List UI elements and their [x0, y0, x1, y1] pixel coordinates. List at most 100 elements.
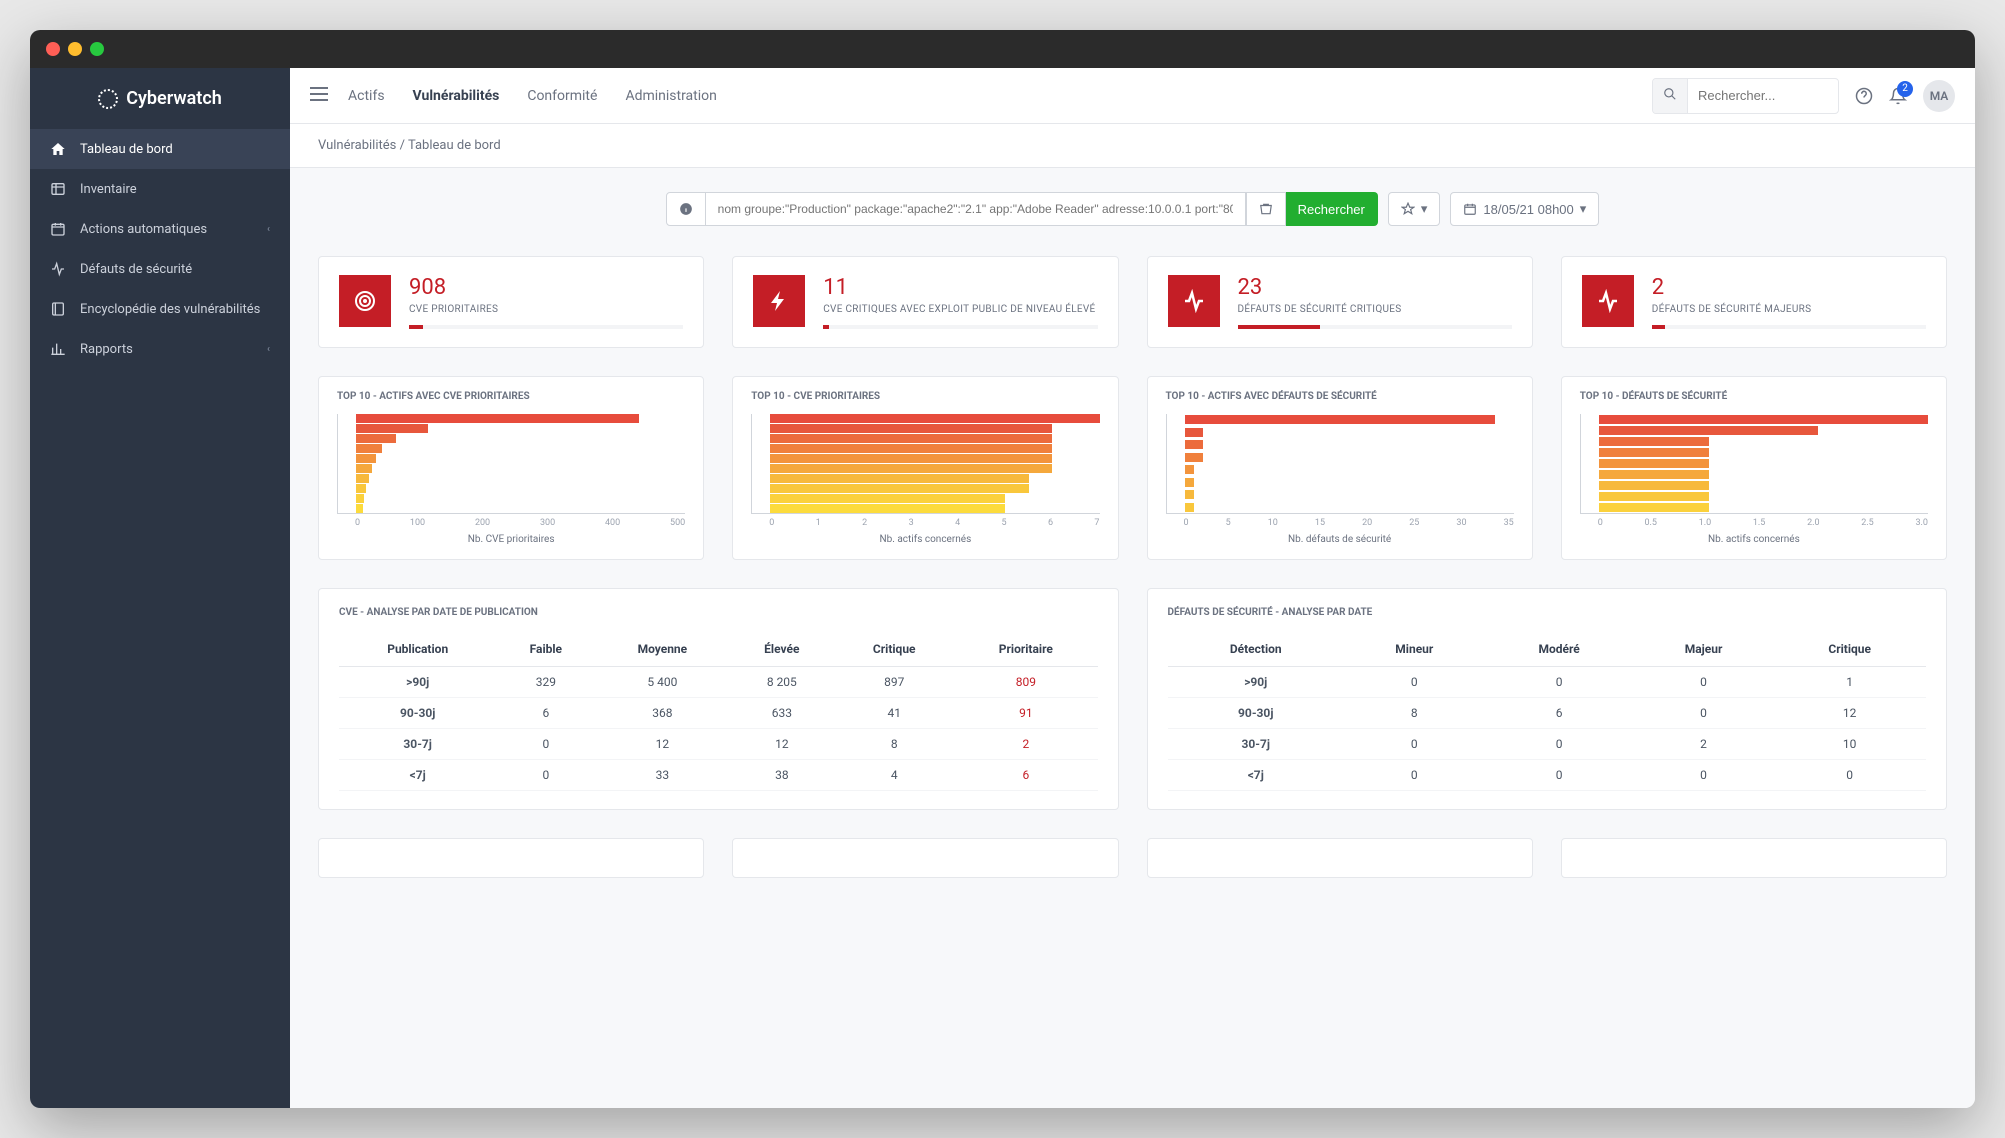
stat-value: 2	[1652, 275, 1926, 300]
stat-label: CVE PRIORITAIRES	[409, 304, 683, 315]
chart-bar	[356, 424, 428, 433]
chart-bar	[356, 414, 639, 423]
date-filter-button[interactable]: 18/05/21 08h00 ▾	[1450, 192, 1599, 226]
table-cell: 0	[496, 760, 595, 791]
table-cell: 0	[1634, 667, 1774, 698]
table-cell: 41	[834, 698, 954, 729]
chart-card-3: TOP 10 - DÉFAUTS DE SÉCURITÉ 00.51.01.52…	[1561, 376, 1947, 560]
filter-row: Rechercher ▾ 18/05/21 08h00 ▾	[318, 192, 1947, 226]
chart-card-1: TOP 10 - CVE PRIORITAIRES 01234567 Nb. a…	[732, 376, 1118, 560]
stat-card-0[interactable]: 908 CVE PRIORITAIRES	[318, 256, 704, 348]
window-maximize-icon[interactable]	[90, 42, 104, 56]
chart-bar	[770, 504, 1005, 513]
stat-value: 23	[1238, 275, 1512, 300]
topbar: Actifs Vulnérabilités Conformité Administra…	[290, 68, 1975, 124]
help-icon[interactable]	[1855, 87, 1873, 105]
chevron-left-icon: ‹	[267, 224, 270, 235]
table-cell: 0	[1344, 760, 1485, 791]
stat-card-3[interactable]: 2 DÉFAUTS DE SÉCURITÉ MAJEURS	[1561, 256, 1947, 348]
table-cell: 12	[729, 729, 834, 760]
search-icon[interactable]	[1653, 79, 1688, 113]
stat-card-1[interactable]: 11 CVE CRITIQUES AVEC EXPLOIT PUBLIC DE …	[732, 256, 1118, 348]
chart-bar	[1599, 470, 1709, 479]
topnav-item-0[interactable]: Actifs	[348, 88, 385, 104]
stats-grid: 908 CVE PRIORITAIRES 11 CVE CRITIQUES AV…	[318, 256, 1947, 348]
sidebar-item-0[interactable]: Tableau de bord	[30, 129, 290, 169]
table-cell: 0	[1485, 760, 1634, 791]
table-cell: 8	[1344, 698, 1485, 729]
card-placeholder	[732, 838, 1118, 878]
chart-bar	[356, 464, 372, 473]
chart-bar	[356, 494, 364, 503]
card-placeholder	[318, 838, 704, 878]
sidebar-item-label: Défauts de sécurité	[80, 262, 192, 277]
chart-bar	[356, 504, 363, 513]
avatar[interactable]: MA	[1923, 80, 1955, 112]
table-cell: 6	[1485, 698, 1634, 729]
chart-bar	[1185, 465, 1194, 474]
chart-icon	[50, 341, 66, 357]
sidebar-item-label: Tableau de bord	[80, 142, 173, 157]
table-header: Prioritaire	[954, 632, 1097, 667]
stat-bar	[409, 325, 683, 329]
chart-bar	[1185, 503, 1194, 512]
charts-grid: TOP 10 - ACTIFS AVEC CVE PRIORITAIRES 01…	[318, 376, 1947, 560]
chart-xticks: 05101520253035	[1166, 518, 1514, 528]
content: Rechercher ▾ 18/05/21 08h00 ▾ 908 CVE PR…	[290, 168, 1975, 1108]
hamburger-icon[interactable]	[310, 87, 328, 105]
breadcrumb: Vulnérabilités / Tableau de bord	[290, 124, 1975, 168]
sidebar-item-label: Actions automatiques	[80, 222, 207, 237]
chart-bar	[1599, 459, 1709, 468]
table-header: Publication	[339, 632, 496, 667]
table-cell: <7j	[1168, 760, 1345, 791]
sidebar-item-1[interactable]: Inventaire	[30, 169, 290, 209]
table-cell: 8	[834, 729, 954, 760]
chart-bar	[1185, 490, 1194, 499]
table-header: Détection	[1168, 632, 1345, 667]
chevron-left-icon: ‹	[267, 344, 270, 355]
filter-input[interactable]	[706, 192, 1246, 226]
topnav-item-3[interactable]: Administration	[625, 88, 716, 104]
table-header: Faible	[496, 632, 595, 667]
table-cell: 38	[729, 760, 834, 791]
filter-clear-button[interactable]	[1246, 192, 1286, 226]
table-cell: 368	[595, 698, 729, 729]
table-cell: 6	[496, 698, 595, 729]
topnav-item-1[interactable]: Vulnérabilités	[413, 88, 500, 104]
breadcrumb-parent[interactable]: Vulnérabilités	[318, 138, 396, 153]
defects-table: DétectionMineurModéréMajeurCritique>90j0…	[1168, 632, 1927, 791]
table-header: Majeur	[1634, 632, 1774, 667]
stat-card-2[interactable]: 23 DÉFAUTS DE SÉCURITÉ CRITIQUES	[1147, 256, 1533, 348]
stat-bar	[1238, 325, 1512, 329]
chart-xlabel: Nb. actifs concernés	[751, 534, 1099, 545]
table-cell: 8 205	[729, 667, 834, 698]
filter-info-button[interactable]	[666, 192, 706, 226]
sidebar-item-3[interactable]: Défauts de sécurité	[30, 249, 290, 289]
chart-bar	[770, 494, 1005, 503]
search-button[interactable]: Rechercher	[1286, 192, 1378, 226]
search-input[interactable]	[1688, 80, 1838, 111]
window-close-icon[interactable]	[46, 42, 60, 56]
chart-title: TOP 10 - CVE PRIORITAIRES	[751, 391, 1099, 402]
table-cell: >90j	[339, 667, 496, 698]
chart-bar	[356, 444, 382, 453]
table-header: Critique	[834, 632, 954, 667]
topnav-item-2[interactable]: Conformité	[527, 88, 597, 104]
card-placeholder	[1147, 838, 1533, 878]
chart-xlabel: Nb. actifs concernés	[1580, 534, 1928, 545]
table-row: <7j0000	[1168, 760, 1927, 791]
sidebar-item-5[interactable]: Rapports‹	[30, 329, 290, 369]
search-box	[1652, 78, 1839, 114]
defects-table-title: DÉFAUTS DE SÉCURITÉ - ANALYSE PAR DATE	[1168, 607, 1927, 618]
chart-title: TOP 10 - ACTIFS AVEC DÉFAUTS DE SÉCURITÉ	[1166, 391, 1514, 402]
table-cell: 33	[595, 760, 729, 791]
table-header: Moyenne	[595, 632, 729, 667]
favorite-button[interactable]: ▾	[1388, 192, 1441, 226]
bottom-cards	[318, 838, 1947, 878]
window-minimize-icon[interactable]	[68, 42, 82, 56]
chart-bar	[1185, 478, 1194, 487]
sidebar-item-4[interactable]: Encyclopédie des vulnérabilités	[30, 289, 290, 329]
table-cell: 30-7j	[339, 729, 496, 760]
sidebar-item-2[interactable]: Actions automatiques ‹	[30, 209, 290, 249]
notifications-icon[interactable]: 2	[1889, 87, 1907, 105]
